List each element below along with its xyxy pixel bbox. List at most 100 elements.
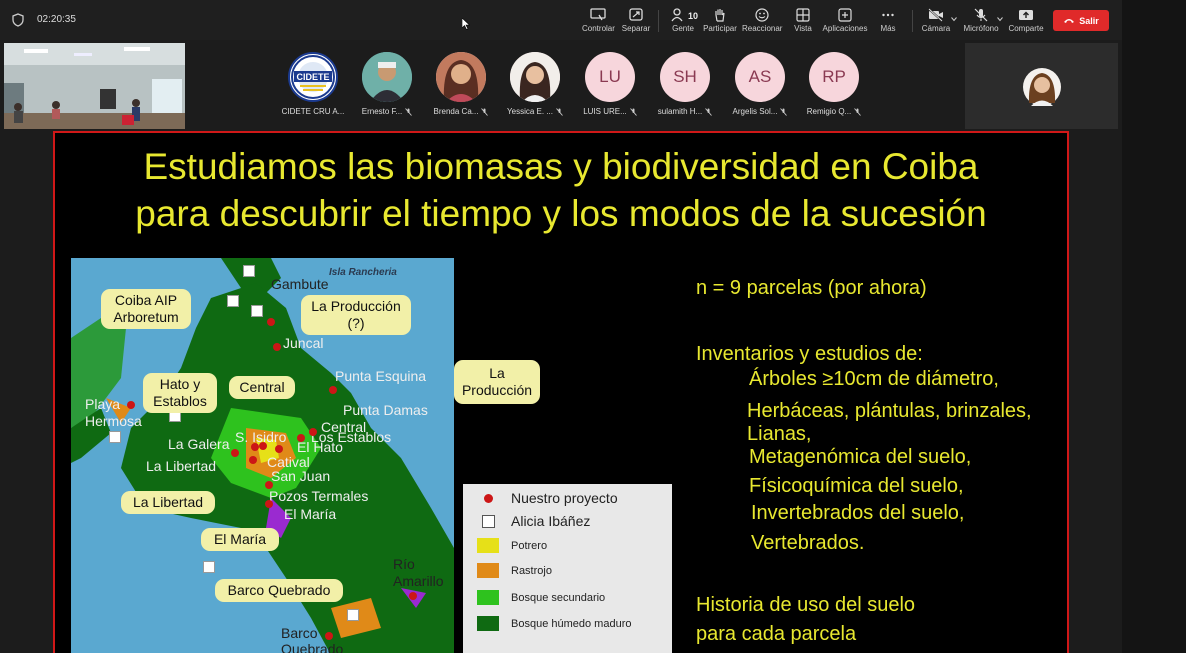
map-label: Juncal xyxy=(283,335,324,351)
map-callout: Central xyxy=(229,376,295,399)
project-site-marker xyxy=(265,481,273,489)
right-edge-strip xyxy=(1122,0,1186,653)
project-site-marker xyxy=(325,632,333,640)
participant-name: LUIS URE... xyxy=(583,107,627,116)
project-site-marker xyxy=(127,401,135,409)
toolbar-divider xyxy=(912,10,913,32)
map-callout: La Producción (?) xyxy=(301,295,411,335)
legend-item: Bosque húmedo maduro xyxy=(477,616,631,631)
inventory-item: Vertebrados. xyxy=(751,532,865,554)
leave-button[interactable]: Salir xyxy=(1053,10,1109,31)
smile-icon xyxy=(755,8,769,22)
project-site-marker xyxy=(329,386,337,394)
project-site-marker xyxy=(409,592,417,600)
participant-tile[interactable]: SH sulamith H... xyxy=(648,52,722,116)
split-button[interactable]: Separar xyxy=(620,8,652,33)
avatar: LU xyxy=(585,52,635,102)
map-label: Isla Rancheria xyxy=(329,267,397,278)
map-label: La Galera xyxy=(168,436,230,452)
avatar: AS xyxy=(735,52,785,102)
map-callout: Coiba AIP Arboretum xyxy=(101,289,191,329)
apps-button[interactable]: Aplicaciones xyxy=(822,8,868,33)
participant-tile[interactable]: Brenda Ca... xyxy=(424,52,498,116)
avatar: SH xyxy=(660,52,710,102)
legend-item: Rastrojo xyxy=(477,563,552,578)
participant-name: Ernesto F... xyxy=(361,107,403,116)
mic-off-icon xyxy=(780,107,788,116)
participant-tile[interactable]: RP Remigio Q... xyxy=(797,52,871,116)
participant-tile[interactable]: Ernesto F... xyxy=(350,52,424,116)
camera-button[interactable]: Cámara xyxy=(920,8,952,33)
legend-item: Bosque secundario xyxy=(477,590,605,605)
history-text: para cada parcela xyxy=(696,623,857,645)
shield-icon xyxy=(12,13,24,27)
project-site-marker xyxy=(297,434,305,442)
participant-name: Remigio Q... xyxy=(806,107,852,116)
history-text: Historia de uso del suelo xyxy=(696,594,916,616)
map-label: El Hato xyxy=(297,439,343,455)
avatar xyxy=(510,52,560,102)
project-site-marker xyxy=(231,449,239,457)
participant-name: Brenda Ca... xyxy=(433,107,479,116)
participant-tile[interactable]: LU LUIS URE... xyxy=(573,52,647,116)
mic-off-icon xyxy=(629,107,637,116)
people-icon xyxy=(671,8,683,22)
map-label: Río Amarillo xyxy=(393,556,444,589)
cidete-logo: CIDETE xyxy=(288,52,338,102)
participant-tile[interactable]: CIDETE CIDETE CRU A... xyxy=(276,52,350,116)
map-callout: El María xyxy=(201,528,279,551)
map-label: San Juan xyxy=(271,468,331,484)
participant-tile[interactable]: AS Argelis Sol... xyxy=(723,52,797,116)
project-site-marker xyxy=(251,443,259,451)
map-label: Punta Esquina xyxy=(335,368,427,384)
more-button[interactable]: Más xyxy=(876,8,900,33)
legend-item: Potrero xyxy=(477,538,547,553)
participate-button[interactable]: Participar xyxy=(702,8,738,33)
participant-tile[interactable]: Yessica E. ... xyxy=(498,52,572,116)
project-site-marker xyxy=(259,442,267,450)
mic-off-icon xyxy=(481,107,489,116)
white-square-icon xyxy=(481,514,495,528)
slide-title: Estudiamos las biomasas y biodiversidad … xyxy=(135,146,987,234)
svg-text:CIDETE: CIDETE xyxy=(296,72,329,82)
self-view-tile[interactable] xyxy=(965,43,1118,129)
map-label: El María xyxy=(284,506,337,522)
top-toolbar: 02:20:35 Controlar Separar 10 Gente Part… xyxy=(0,0,1122,40)
map-label: La Libertad xyxy=(146,458,217,474)
legend-swatch xyxy=(477,563,499,578)
project-site-marker xyxy=(273,343,281,351)
share-icon xyxy=(1019,10,1033,20)
meeting-timer: 02:20:35 xyxy=(37,14,76,25)
plus-icon xyxy=(838,8,852,22)
mic-off-icon xyxy=(705,107,713,116)
split-icon xyxy=(629,8,643,21)
control-button[interactable]: Controlar xyxy=(582,8,615,33)
meeting-window: 02:20:35 Controlar Separar 10 Gente Part… xyxy=(0,0,1186,653)
classroom-image xyxy=(4,43,185,129)
map-label: Punta Damas xyxy=(343,402,428,418)
self-avatar xyxy=(1023,68,1061,106)
people-button[interactable]: 10 Gente xyxy=(668,8,698,33)
avatar xyxy=(362,52,412,102)
inventory-item: Físicoquímica del suelo, xyxy=(749,475,964,497)
legend-item: Alicia Ibáñez xyxy=(477,513,590,529)
map-label: Playa Hermosa xyxy=(85,396,142,429)
avatar: RP xyxy=(809,52,859,102)
react-button[interactable]: Reaccionar xyxy=(742,8,782,33)
chevron-down-icon[interactable] xyxy=(997,16,1003,22)
view-button[interactable]: Vista xyxy=(790,8,816,33)
chevron-down-icon[interactable] xyxy=(951,16,957,22)
share-button[interactable]: Comparte xyxy=(1008,8,1044,33)
hand-icon xyxy=(715,9,725,22)
inventories-heading: Inventarios y estudios de: xyxy=(696,343,923,365)
inventory-item: Lianas, xyxy=(747,423,812,445)
inventory-item: Herbáceas, plántulas, brinzales, xyxy=(747,400,1032,422)
project-site-marker xyxy=(275,445,283,453)
legend-swatch xyxy=(477,590,499,605)
room-video-thumbnail[interactable] xyxy=(4,43,185,129)
more-icon xyxy=(882,13,894,17)
ibanez-site-marker xyxy=(347,609,359,621)
screen-icon xyxy=(590,8,606,21)
microphone-button[interactable]: Micrófono xyxy=(962,8,1000,33)
inventory-item: Invertebrados del suelo, xyxy=(751,502,965,524)
